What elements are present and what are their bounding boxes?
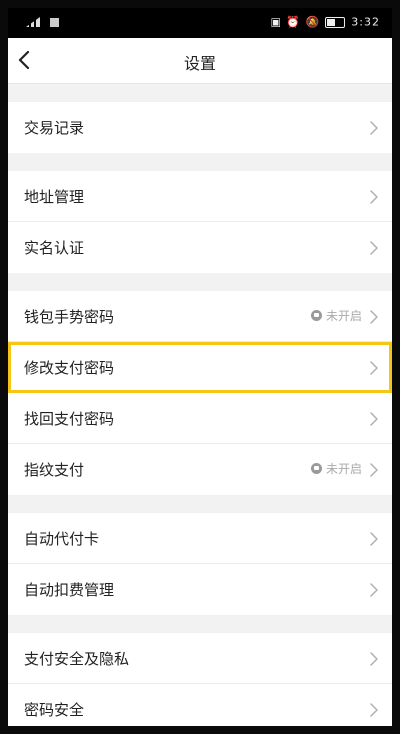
signal-icon — [26, 17, 40, 27]
mute-icon: 🔕 — [305, 15, 321, 29]
settings-item[interactable]: 地址管理 — [8, 171, 392, 222]
settings-item-label: 密码安全 — [24, 701, 85, 719]
lock-icon — [310, 463, 322, 474]
chevron-right-icon — [370, 189, 378, 208]
status-badge: 未开启 — [310, 460, 362, 477]
chevron-right-icon — [370, 411, 378, 430]
settings-item[interactable]: 找回支付密码 — [8, 393, 392, 444]
settings-item[interactable]: 自动扣费管理 — [8, 564, 392, 615]
status-right: ▣ ⏰ 🔕 3:32 — [270, 15, 380, 29]
settings-list: 交易记录 地址管理 实名认证 钱包手势密码 未开启 修改支付密码 找回支付密码 指纹支付 未开启… — [8, 84, 392, 726]
group-gap — [8, 84, 392, 102]
group-gap — [8, 495, 392, 513]
settings-item[interactable]: 支付安全及隐私 — [8, 633, 392, 684]
status-time: 3:32 — [351, 15, 380, 29]
chevron-right-icon — [370, 531, 378, 550]
chevron-right-icon — [370, 651, 378, 670]
page-title: 设置 — [183, 54, 216, 73]
settings-item[interactable]: 钱包手势密码 未开启 — [8, 291, 392, 342]
group-gap — [8, 615, 392, 633]
chevron-right-icon — [370, 582, 378, 601]
chevron-right-icon — [370, 360, 378, 379]
alarm-icon: ⏰ — [286, 15, 302, 29]
settings-item-label: 自动扣费管理 — [24, 581, 115, 599]
status-bar: ▣ ⏰ 🔕 3:32 — [8, 8, 392, 38]
lock-icon — [310, 310, 322, 321]
status-text: 未开启 — [325, 462, 362, 476]
nav-bar: 设置 — [8, 38, 392, 84]
settings-item-label: 自动代付卡 — [24, 530, 100, 548]
notification-icon — [49, 17, 59, 27]
group-gap — [8, 273, 392, 291]
chevron-right-icon — [370, 462, 378, 481]
settings-item[interactable]: 实名认证 — [8, 222, 392, 273]
group-gap — [8, 153, 392, 171]
settings-item[interactable]: 指纹支付 未开启 — [8, 444, 392, 495]
settings-item-label: 修改支付密码 — [24, 359, 115, 377]
settings-item-label: 实名认证 — [24, 239, 85, 257]
settings-item-label: 支付安全及隐私 — [24, 650, 130, 668]
chevron-right-icon — [370, 309, 378, 328]
phone-frame: ▣ ⏰ 🔕 3:32 设置 交易记录 地址管理 实名认证 钱包手势密码 未开启 修改支付密… — [0, 0, 400, 734]
settings-item-label: 交易记录 — [24, 119, 85, 137]
settings-item-label: 找回支付密码 — [24, 410, 115, 428]
chevron-right-icon — [370, 702, 378, 721]
battery-icon — [324, 16, 345, 28]
status-badge: 未开启 — [310, 307, 362, 324]
screen: ▣ ⏰ 🔕 3:32 设置 交易记录 地址管理 实名认证 钱包手势密码 未开启 修改支付密… — [8, 8, 392, 726]
settings-item[interactable]: 交易记录 — [8, 102, 392, 153]
settings-item[interactable]: 自动代付卡 — [8, 513, 392, 564]
settings-item[interactable]: 修改支付密码 — [8, 342, 392, 393]
settings-item-label: 钱包手势密码 — [24, 308, 115, 326]
settings-item-label: 指纹支付 — [24, 461, 85, 479]
vibrate-icon: ▣ — [270, 15, 282, 29]
status-text: 未开启 — [325, 309, 362, 323]
settings-item-label: 地址管理 — [24, 188, 85, 206]
chevron-right-icon — [370, 240, 378, 259]
chevron-right-icon — [370, 120, 378, 139]
status-left — [26, 15, 59, 28]
settings-item[interactable]: 密码安全 — [8, 684, 392, 726]
